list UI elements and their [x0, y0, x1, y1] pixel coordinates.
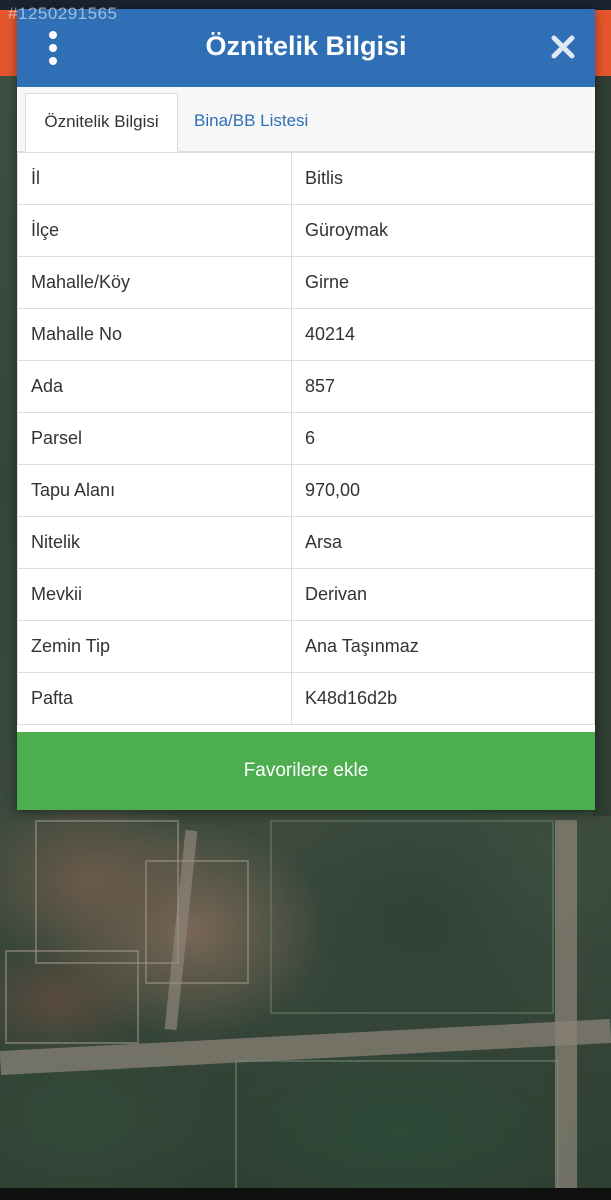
- map-field: [235, 1060, 559, 1194]
- screen: #1250291565 Öznitelik Bilgisi Öznitelik …: [0, 0, 611, 1200]
- table-row: Mevkii Derivan: [17, 568, 595, 621]
- attribute-table: İl Bitlis İlçe Güroymak Mahalle/Köy Girn…: [17, 152, 595, 725]
- attribute-value: Arsa: [291, 516, 595, 569]
- table-row: İlçe Güroymak: [17, 204, 595, 257]
- attribute-value: 970,00: [291, 464, 595, 517]
- attribute-key: İlçe: [17, 204, 292, 257]
- table-row: Tapu Alanı 970,00: [17, 464, 595, 517]
- table-row: Parsel 6: [17, 412, 595, 465]
- table-row: Pafta K48d16d2b: [17, 672, 595, 725]
- attribute-key: Parsel: [17, 412, 292, 465]
- attribute-key: Mahalle/Köy: [17, 256, 292, 309]
- tab-building-list[interactable]: Bina/BB Listesi: [194, 93, 308, 151]
- attribute-value: 40214: [291, 308, 595, 361]
- attribute-key: Pafta: [17, 672, 292, 725]
- map-field: [270, 820, 554, 1014]
- map-field: [5, 950, 139, 1044]
- attribute-value: 6: [291, 412, 595, 465]
- attribute-key: Mevkii: [17, 568, 292, 621]
- table-row: Mahalle/Köy Girne: [17, 256, 595, 309]
- listing-id-watermark: #1250291565: [8, 4, 118, 23]
- map-edge: [593, 76, 611, 816]
- tab-bar: Öznitelik Bilgisi Bina/BB Listesi: [17, 87, 595, 152]
- attribute-value: 857: [291, 360, 595, 413]
- navigation-bar: [0, 1188, 611, 1200]
- attribute-key: İl: [17, 152, 292, 205]
- dialog-title: Öznitelik Bilgisi: [205, 31, 407, 61]
- attribute-dialog: Öznitelik Bilgisi Öznitelik Bilgisi Bina…: [17, 9, 595, 810]
- tab-attribute-info[interactable]: Öznitelik Bilgisi: [25, 93, 178, 152]
- attribute-value: Derivan: [291, 568, 595, 621]
- attribute-value: Ana Taşınmaz: [291, 620, 595, 673]
- attribute-value: K48d16d2b: [291, 672, 595, 725]
- attribute-key: Zemin Tip: [17, 620, 292, 673]
- table-row: İl Bitlis: [17, 152, 595, 205]
- add-to-favorites-button[interactable]: Favorilere ekle: [17, 732, 595, 810]
- attribute-value: Bitlis: [291, 152, 595, 205]
- map-field: [145, 860, 249, 984]
- attribute-key: Tapu Alanı: [17, 464, 292, 517]
- table-row: Nitelik Arsa: [17, 516, 595, 569]
- table-row: Ada 857: [17, 360, 595, 413]
- table-row: Zemin Tip Ana Taşınmaz: [17, 620, 595, 673]
- attribute-value: Girne: [291, 256, 595, 309]
- attribute-value: Güroymak: [291, 204, 595, 257]
- close-icon[interactable]: [551, 35, 575, 59]
- attribute-key: Ada: [17, 360, 292, 413]
- table-row: Mahalle No 40214: [17, 308, 595, 361]
- attribute-key: Nitelik: [17, 516, 292, 569]
- attribute-key: Mahalle No: [17, 308, 292, 361]
